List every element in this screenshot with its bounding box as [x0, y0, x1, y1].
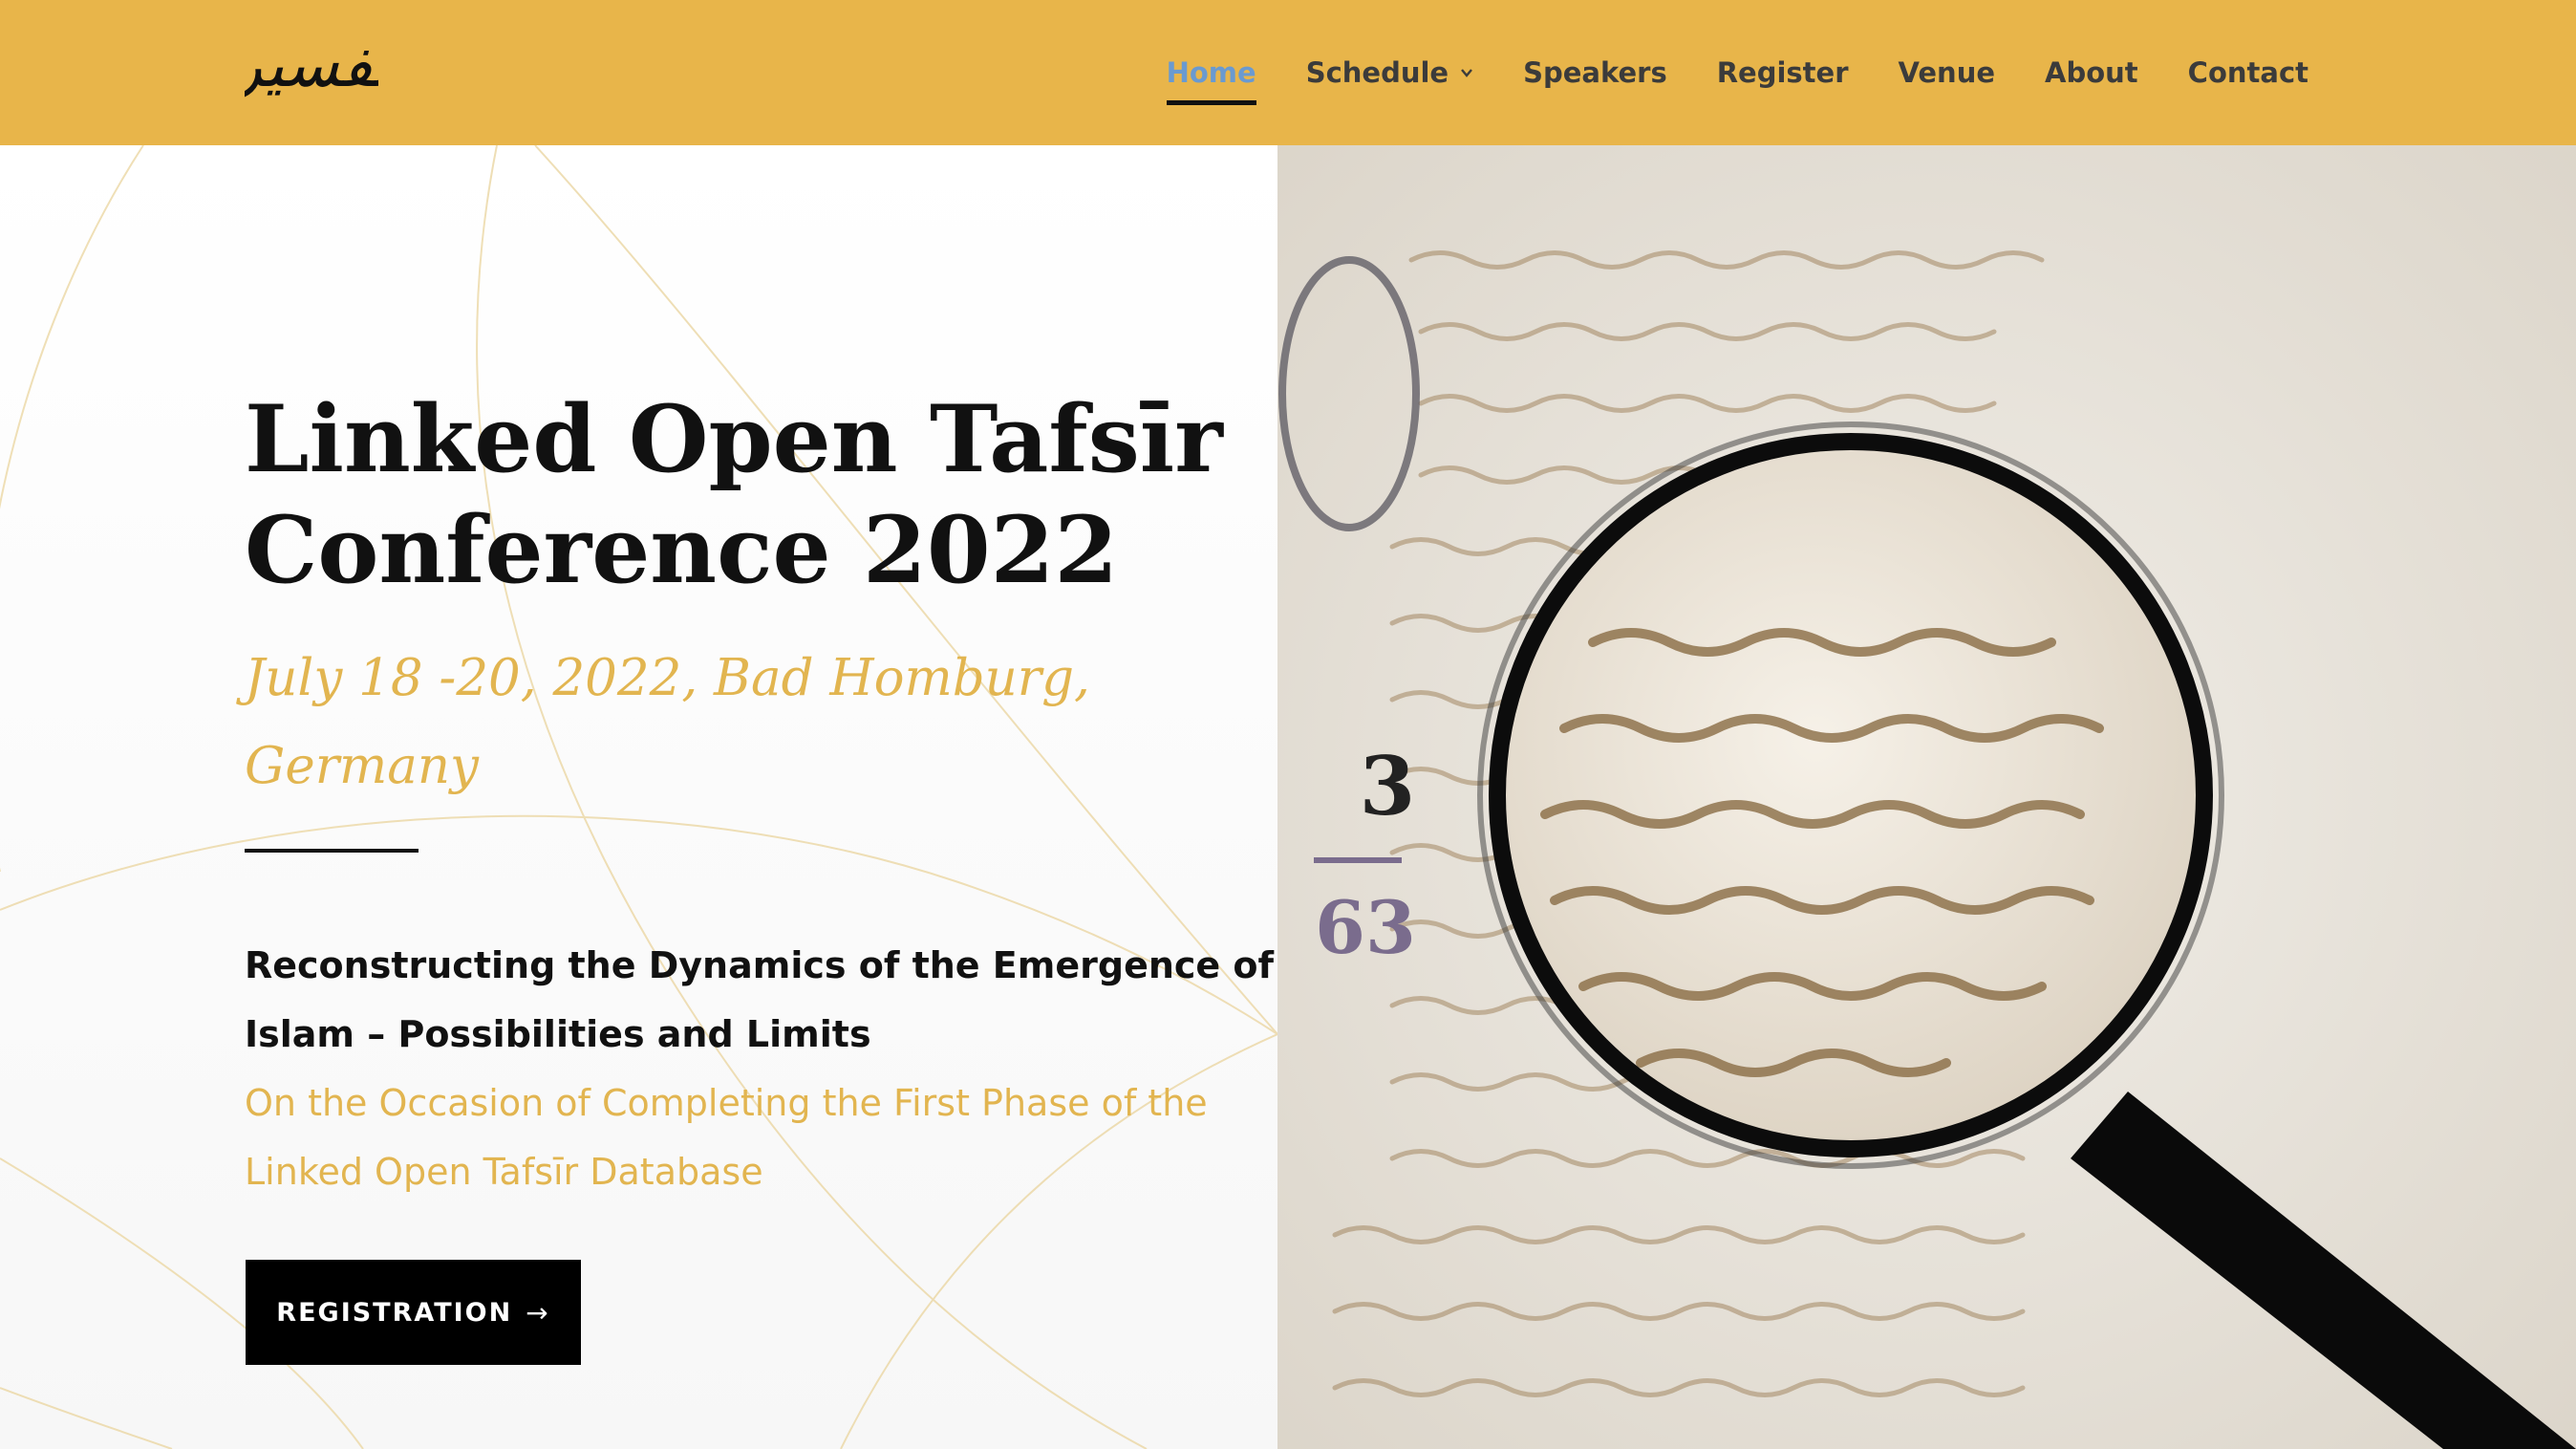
nav-home[interactable]: Home	[1166, 44, 1256, 105]
site-header: تفسير Home Schedule Speakers Register Ve…	[0, 0, 2576, 145]
hero-section: Linked Open Tafsīr Conference 2022 July …	[0, 145, 1277, 1449]
chevron-down-icon	[1461, 69, 1473, 77]
manuscript-magnifier-image: 3 63	[1277, 145, 2576, 1449]
occasion-text: On the Occasion of Completing the First …	[245, 1082, 1208, 1193]
nav-speakers[interactable]: Speakers	[1523, 44, 1667, 101]
page-title: Linked Open Tafsīr Conference 2022	[245, 385, 1223, 604]
main-nav: Home Schedule Speakers Register Venue Ab…	[1166, 0, 2308, 145]
svg-text:تفسير: تفسير	[245, 28, 378, 102]
svg-text:63: 63	[1315, 885, 1416, 970]
arrow-right-icon: →	[526, 1296, 550, 1329]
nav-about[interactable]: About	[2045, 44, 2138, 101]
event-date-location: July 18 -20, 2022, Bad Homburg, Germany	[245, 649, 1090, 795]
manuscript-image: 3 63	[1277, 145, 2576, 1449]
nav-venue[interactable]: Venue	[1899, 44, 1996, 101]
nav-register[interactable]: Register	[1717, 44, 1849, 101]
nav-schedule[interactable]: Schedule	[1306, 44, 1473, 101]
site-logo[interactable]: تفسير	[225, 27, 398, 119]
title-divider	[245, 849, 419, 853]
nav-contact[interactable]: Contact	[2188, 44, 2308, 101]
registration-button[interactable]: REGISTRATION →	[246, 1260, 581, 1365]
conference-subtitle: Reconstructing the Dynamics of the Emerg…	[245, 944, 1275, 1055]
logo-calligraphy-icon: تفسير	[225, 28, 398, 102]
svg-text:3: 3	[1360, 739, 1415, 833]
